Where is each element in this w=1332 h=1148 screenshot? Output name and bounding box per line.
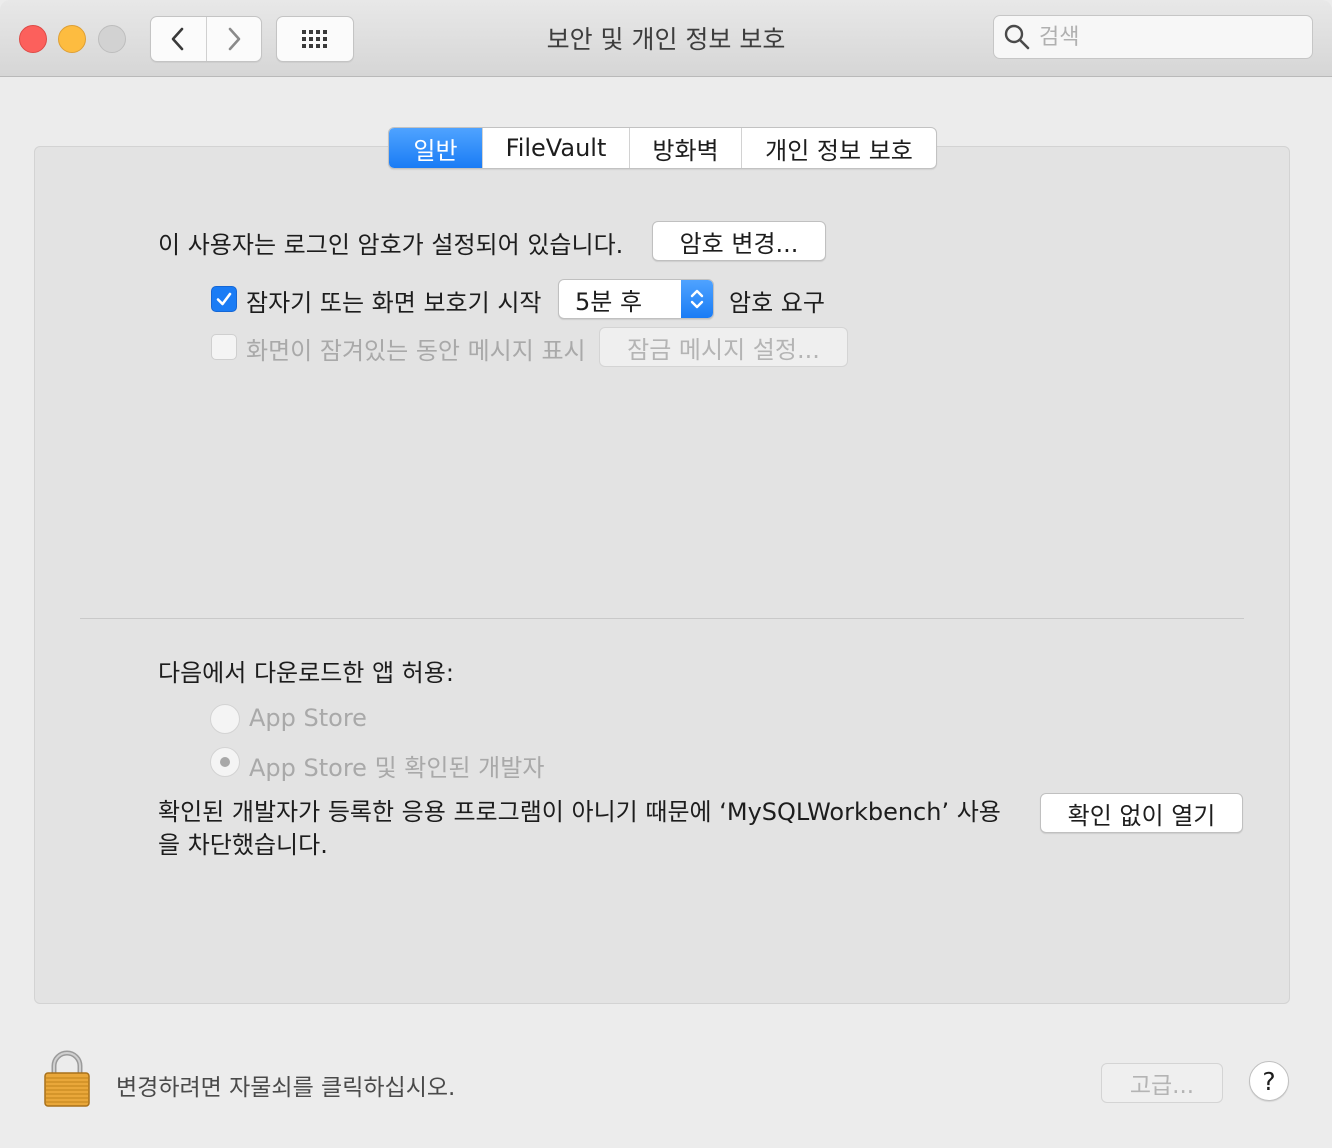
help-button[interactable]: ? bbox=[1249, 1061, 1289, 1101]
set-lock-message-button: 잠금 메시지 설정... bbox=[599, 327, 848, 367]
checkmark-icon bbox=[216, 292, 232, 306]
tab-privacy[interactable]: 개인 정보 보호 bbox=[741, 128, 936, 168]
preferences-window: 보안 및 개인 정보 보호 일반 FileVault 방화벽 개인 정보 보호 … bbox=[0, 0, 1332, 1148]
select-value: 5분 후 bbox=[575, 287, 643, 316]
search-input[interactable] bbox=[1037, 23, 1301, 51]
require-password-checkbox[interactable] bbox=[211, 286, 237, 312]
lock-message: 변경하려면 자물쇠를 클릭하십시오. bbox=[116, 1075, 456, 1101]
search-field[interactable] bbox=[993, 15, 1313, 59]
radio-app-store-identified bbox=[210, 747, 240, 777]
content-panel bbox=[34, 146, 1290, 1004]
require-password-suffix: 암호 요구 bbox=[729, 289, 825, 317]
radio-selected-dot bbox=[220, 757, 230, 767]
blocked-app-message: 확인된 개발자가 등록한 응용 프로그램이 아니기 때문에 ‘MySQLWork… bbox=[158, 798, 1001, 859]
tab-general[interactable]: 일반 bbox=[389, 128, 482, 168]
show-lock-message-label: 화면이 잠겨있는 동안 메시지 표시 bbox=[246, 337, 586, 365]
updown-arrows-icon bbox=[681, 280, 713, 318]
open-anyway-button[interactable]: 확인 없이 열기 bbox=[1040, 793, 1243, 833]
radio-app-store bbox=[210, 704, 240, 734]
change-password-button[interactable]: 암호 변경... bbox=[652, 221, 826, 261]
require-password-delay-select[interactable]: 5분 후 bbox=[558, 279, 714, 319]
radio-app-store-label: App Store bbox=[249, 704, 367, 732]
search-icon bbox=[1004, 24, 1030, 50]
section-divider bbox=[80, 618, 1244, 619]
tab-bar: 일반 FileVault 방화벽 개인 정보 보호 bbox=[388, 127, 937, 169]
lock-icon[interactable] bbox=[42, 1048, 92, 1108]
tab-filevault[interactable]: FileVault bbox=[482, 128, 629, 168]
advanced-button: 고급... bbox=[1101, 1063, 1223, 1103]
show-lock-message-checkbox bbox=[211, 334, 237, 360]
password-set-label: 이 사용자는 로그인 암호가 설정되어 있습니다. bbox=[158, 231, 624, 259]
title-bar: 보안 및 개인 정보 보호 bbox=[0, 0, 1332, 77]
tab-firewall[interactable]: 방화벽 bbox=[629, 128, 741, 168]
radio-app-store-identified-label: App Store 및 확인된 개발자 bbox=[249, 754, 545, 782]
allow-downloads-heading: 다음에서 다운로드한 앱 허용: bbox=[158, 659, 454, 687]
require-password-label: 잠자기 또는 화면 보호기 시작 bbox=[246, 289, 542, 317]
